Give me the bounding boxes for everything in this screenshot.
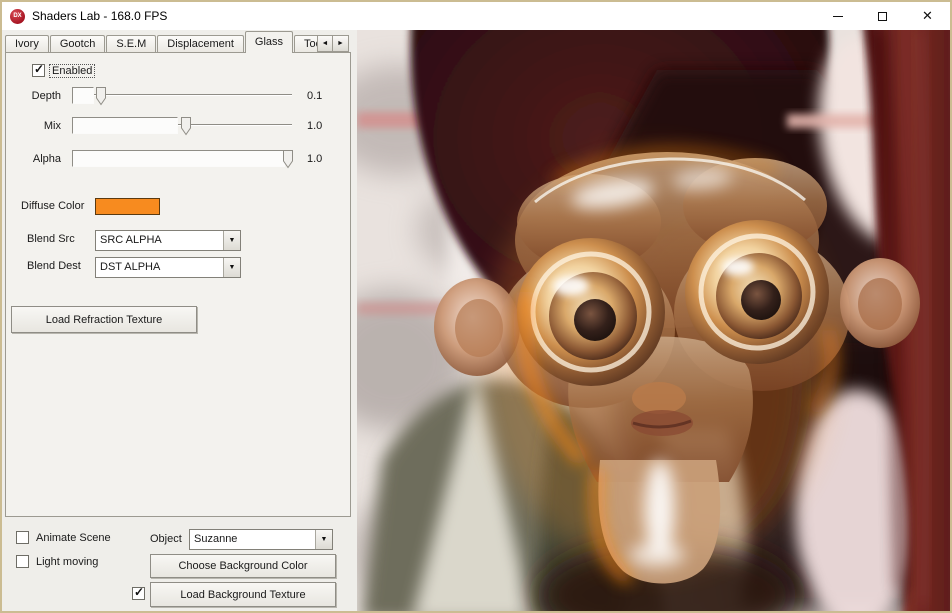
enabled-checkbox-label: Enabled <box>50 65 94 77</box>
choose-background-color-button[interactable]: Choose Background Color <box>150 554 336 578</box>
blend-src-dropdown-button[interactable]: ▼ <box>223 231 240 250</box>
depth-slider-row: Depth 0.1 <box>15 86 322 106</box>
slider-thumb[interactable] <box>181 117 192 136</box>
chevron-down-icon: ▼ <box>321 536 328 543</box>
light-moving-label: Light moving <box>34 556 100 568</box>
slider-thumb[interactable] <box>96 87 107 106</box>
enabled-checkbox-box[interactable] <box>32 64 45 77</box>
blend-src-dropdown[interactable]: SRC ALPHA ▼ <box>95 230 241 251</box>
tab-sem[interactable]: S.E.M <box>106 35 156 53</box>
object-value: Suzanne <box>190 530 315 549</box>
slider-thumb[interactable] <box>283 150 294 169</box>
load-background-checkbox[interactable] <box>132 587 145 600</box>
chevron-down-icon: ▼ <box>229 237 236 244</box>
diffuse-color-label: Diffuse Color <box>21 200 84 212</box>
load-background-texture-label: Load Background Texture <box>180 589 305 601</box>
enabled-checkbox[interactable]: Enabled <box>32 64 94 77</box>
blend-src-label: Blend Src <box>27 233 75 245</box>
animate-scene-checkbox[interactable]: Animate Scene <box>16 531 113 544</box>
tab-ivory[interactable]: Ivory <box>5 35 49 53</box>
tab-glass[interactable]: Glass <box>245 31 293 53</box>
right-eye <box>685 220 829 364</box>
load-background-texture-button[interactable]: Load Background Texture <box>150 582 336 607</box>
shader-tab-bar: Ivory Gootch S.E.M Displacement Glass To… <box>5 32 339 53</box>
mix-slider[interactable] <box>72 117 292 136</box>
light-moving-checkbox[interactable]: Light moving <box>16 555 100 568</box>
shader-settings-panel: Ivory Gootch S.E.M Displacement Glass To… <box>2 30 357 611</box>
chevron-down-icon: ▼ <box>229 264 236 271</box>
animate-scene-label: Animate Scene <box>34 532 113 544</box>
mix-slider-row: Mix 1.0 <box>15 116 322 136</box>
arrow-left-icon: ◄ <box>322 40 329 47</box>
alpha-slider[interactable] <box>72 150 292 169</box>
app-icon: DX <box>10 9 25 24</box>
blend-dest-dropdown[interactable]: DST ALPHA ▼ <box>95 257 241 278</box>
alpha-value: 1.0 <box>307 153 322 165</box>
mix-value: 1.0 <box>307 120 322 132</box>
blend-src-value: SRC ALPHA <box>96 231 223 250</box>
depth-slider[interactable] <box>72 87 292 106</box>
load-background-checkbox-box[interactable] <box>132 587 145 600</box>
object-dropdown-button[interactable]: ▼ <box>315 530 332 549</box>
tab-displacement[interactable]: Displacement <box>157 35 244 53</box>
nose <box>632 382 686 414</box>
tab-scroll-left-button[interactable]: ◄ <box>317 35 333 52</box>
slider-fill <box>72 87 94 104</box>
maximize-icon <box>878 12 887 21</box>
light-moving-checkbox-box[interactable] <box>16 555 29 568</box>
app-window: DX Shaders Lab - 168.0 FPS ✕ Ivory Gootc… <box>0 0 952 613</box>
depth-label: Depth <box>15 90 61 102</box>
diffuse-color-swatch[interactable] <box>95 198 160 215</box>
blend-dest-value: DST ALPHA <box>96 258 223 277</box>
load-refraction-texture-button[interactable]: Load Refraction Texture <box>11 306 197 333</box>
window-title: Shaders Lab - 168.0 FPS <box>32 9 167 23</box>
arrow-right-icon: ► <box>337 40 344 47</box>
glass-tab-page: Enabled Depth 0.1 Mix <box>5 52 351 517</box>
render-viewport[interactable] <box>357 30 950 611</box>
close-icon: ✕ <box>922 8 933 24</box>
minimize-button[interactable] <box>815 2 860 30</box>
tab-gootch[interactable]: Gootch <box>50 35 105 53</box>
viewport-render <box>357 30 950 611</box>
alpha-label: Alpha <box>15 153 61 165</box>
load-refraction-texture-label: Load Refraction Texture <box>46 314 163 326</box>
animate-scene-checkbox-box[interactable] <box>16 531 29 544</box>
titlebar[interactable]: DX Shaders Lab - 168.0 FPS ✕ <box>2 2 950 30</box>
object-label: Object <box>150 533 182 545</box>
close-button[interactable]: ✕ <box>905 2 950 30</box>
minimize-icon <box>833 16 843 17</box>
tab-scroll-right-button[interactable]: ► <box>333 35 349 52</box>
alpha-slider-row: Alpha 1.0 <box>15 149 322 169</box>
slider-fill <box>72 117 178 134</box>
blend-dest-label: Blend Dest <box>27 260 81 272</box>
slider-fill <box>72 150 285 167</box>
object-dropdown[interactable]: Suzanne ▼ <box>189 529 333 550</box>
depth-value: 0.1 <box>307 90 322 102</box>
mix-label: Mix <box>15 120 61 132</box>
blend-dest-dropdown-button[interactable]: ▼ <box>223 258 240 277</box>
maximize-button[interactable] <box>860 2 905 30</box>
choose-background-color-label: Choose Background Color <box>178 560 307 572</box>
left-eye <box>517 238 665 386</box>
